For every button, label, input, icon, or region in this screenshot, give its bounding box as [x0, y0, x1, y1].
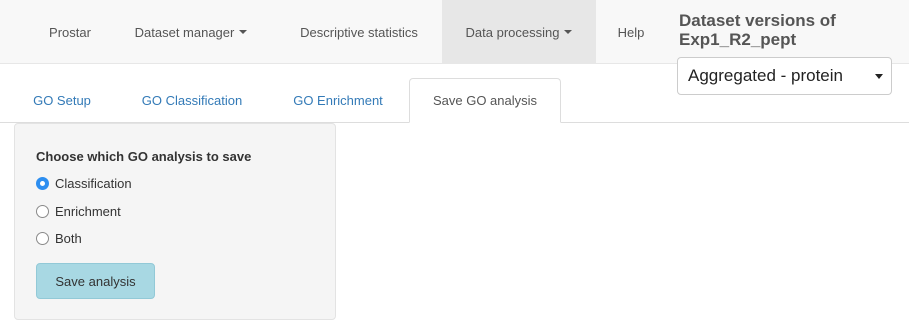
save-analysis-button[interactable]: Save analysis: [36, 263, 155, 299]
save-choice-heading: Choose which GO analysis to save: [36, 149, 252, 164]
dataset-version-selected-value: Aggregated - protein: [688, 66, 843, 85]
tab-go-setup[interactable]: GO Setup: [18, 78, 106, 123]
tab-go-enrichment[interactable]: GO Enrichment: [274, 78, 402, 123]
nav-help-label: Help: [617, 24, 645, 40]
chevron-down-icon: [564, 30, 573, 34]
radio-classification[interactable]: Classification: [36, 175, 132, 191]
radio-enrichment-label: Enrichment: [55, 203, 121, 219]
nav-data-processing-label: Data processing: [465, 24, 560, 40]
dataset-version-select[interactable]: Aggregated - protein: [677, 57, 892, 95]
nav-help[interactable]: Help: [600, 0, 662, 64]
tab-go-setup-label: GO Setup: [33, 93, 91, 108]
nav-descriptive-statistics-label: Descriptive statistics: [300, 24, 418, 40]
radio-both[interactable]: Both: [36, 230, 82, 246]
tab-save-go-analysis[interactable]: Save GO analysis: [409, 78, 561, 123]
radio-unchecked-icon: [36, 204, 49, 218]
top-navbar: Prostar Dataset manager Descriptive stat…: [0, 0, 909, 64]
nav-data-processing[interactable]: Data processing: [442, 0, 596, 64]
radio-enrichment[interactable]: Enrichment: [36, 203, 121, 219]
save-go-analysis-panel: Choose which GO analysis to save Classif…: [14, 123, 336, 320]
tab-save-go-analysis-label: Save GO analysis: [432, 93, 538, 108]
tab-go-enrichment-label: GO Enrichment: [293, 93, 383, 108]
radio-both-label: Both: [55, 230, 82, 246]
radio-classification-label: Classification: [55, 175, 132, 191]
radio-checked-icon: [36, 176, 49, 190]
radio-unchecked-icon: [36, 231, 49, 245]
nav-descriptive-statistics[interactable]: Descriptive statistics: [276, 0, 442, 64]
dataset-versions-title: Dataset versions of Exp1_R2_pept: [679, 11, 836, 49]
tab-go-classification-label: GO Classification: [141, 93, 243, 108]
nav-dataset-manager[interactable]: Dataset manager: [112, 0, 270, 64]
tab-go-classification[interactable]: GO Classification: [122, 78, 262, 123]
nav-prostar-label: Prostar: [49, 24, 91, 40]
chevron-down-icon: [239, 30, 248, 34]
nav-dataset-manager-label: Dataset manager: [134, 24, 235, 40]
nav-prostar[interactable]: Prostar: [32, 0, 108, 64]
chevron-down-icon: [875, 74, 883, 79]
